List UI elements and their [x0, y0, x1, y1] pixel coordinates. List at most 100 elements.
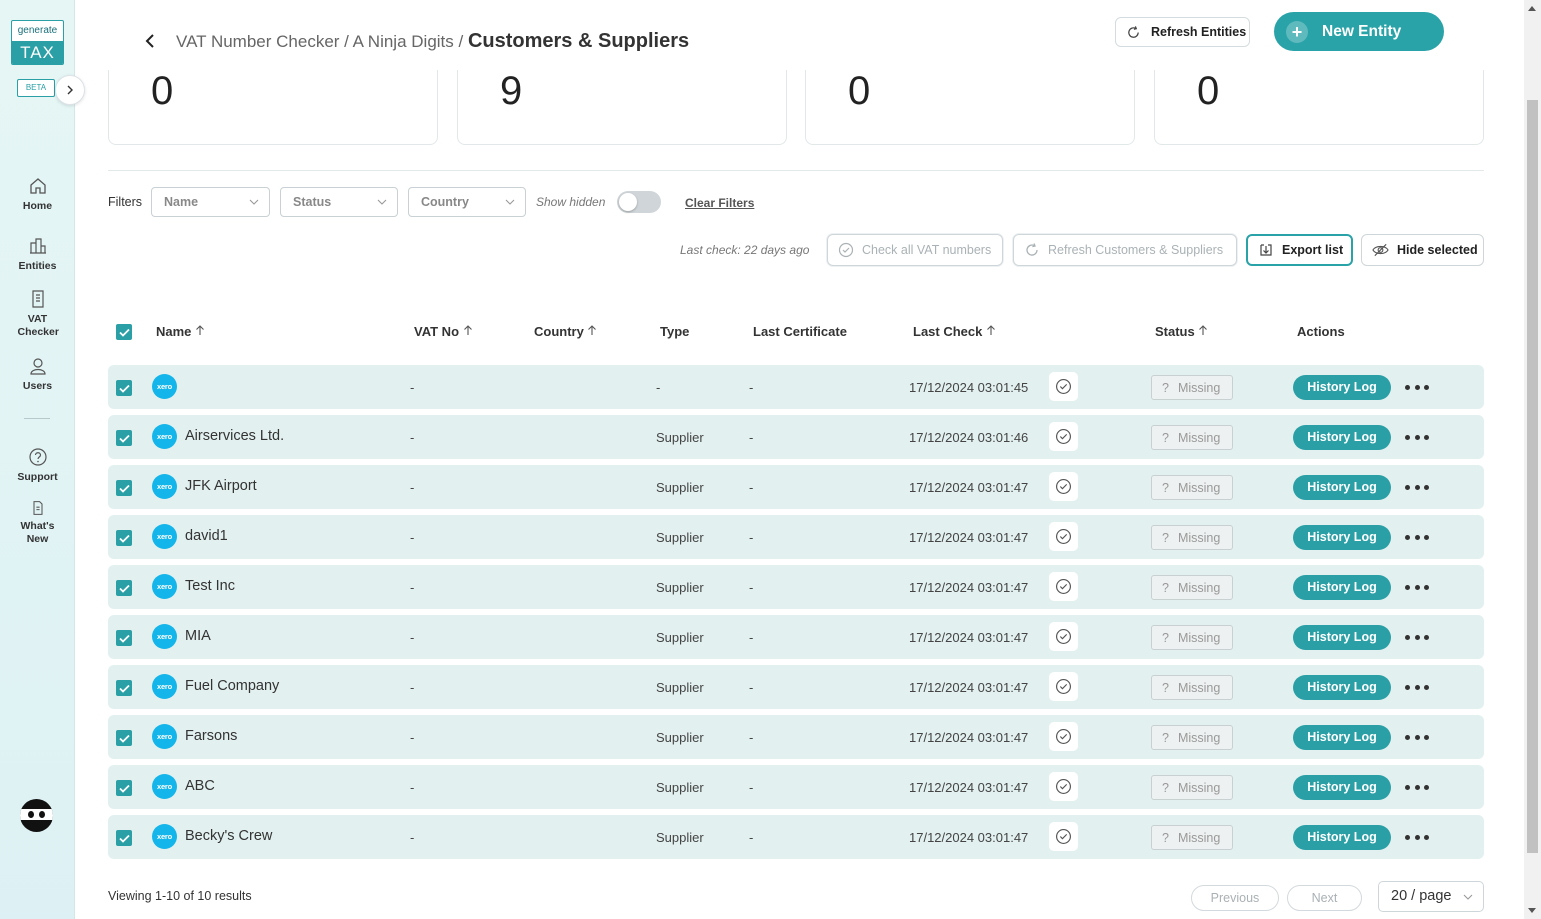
- check-vat-button[interactable]: [1049, 572, 1078, 601]
- status-badge: ? Missing: [1151, 525, 1233, 550]
- generate-tax-logo[interactable]: generate TAX: [11, 20, 64, 65]
- check-all-vat-button[interactable]: Check all VAT numbers: [827, 234, 1003, 266]
- row-checkbox[interactable]: [116, 680, 132, 696]
- more-actions-icon[interactable]: [1405, 725, 1429, 750]
- entity-type: Supplier: [656, 480, 704, 495]
- sidebar-item-home[interactable]: Home: [0, 176, 75, 213]
- check-vat-button[interactable]: [1049, 672, 1078, 701]
- check-vat-button[interactable]: [1049, 772, 1078, 801]
- row-checkbox[interactable]: [116, 580, 132, 596]
- table-row[interactable]: xero Farsons - Supplier - 17/12/2024 03:01:47…: [108, 715, 1484, 759]
- sidebar-item-entities[interactable]: Entities: [0, 236, 75, 273]
- name-filter-select[interactable]: Name: [151, 187, 270, 217]
- row-checkbox[interactable]: [116, 380, 132, 396]
- sidebar-item-support[interactable]: Support: [0, 447, 75, 484]
- page-scrollbar[interactable]: [1524, 0, 1541, 919]
- history-log-button[interactable]: History Log: [1293, 775, 1391, 800]
- more-actions-icon[interactable]: [1405, 425, 1429, 450]
- more-actions-icon[interactable]: [1405, 475, 1429, 500]
- history-log-button[interactable]: History Log: [1293, 475, 1391, 500]
- check-vat-button[interactable]: [1049, 522, 1078, 551]
- check-vat-button[interactable]: [1049, 422, 1078, 451]
- more-actions-icon[interactable]: [1405, 575, 1429, 600]
- select-all-checkbox[interactable]: [116, 324, 132, 340]
- history-log-button[interactable]: History Log: [1293, 425, 1391, 450]
- row-checkbox[interactable]: [116, 730, 132, 746]
- table-row[interactable]: xero JFK Airport - Supplier - 17/12/2024 03:0…: [108, 465, 1484, 509]
- entity-name: Farsons: [185, 728, 238, 744]
- table-row[interactable]: xero - - - 17/12/2024 03:01:45? Missing Histor…: [108, 365, 1484, 409]
- column-header-last-check[interactable]: Last Check: [913, 324, 996, 339]
- scrollbar-thumb[interactable]: [1527, 100, 1538, 853]
- table-row[interactable]: xero Airservices Ltd. - Supplier - 17/12/2024…: [108, 415, 1484, 459]
- check-icon: [118, 684, 130, 693]
- table-row[interactable]: xero david1 - Supplier - 17/12/2024 03:01:47?…: [108, 515, 1484, 559]
- show-hidden-toggle[interactable]: [617, 191, 661, 213]
- scroll-up-arrow-icon[interactable]: [1528, 6, 1536, 11]
- check-vat-button[interactable]: [1049, 722, 1078, 751]
- new-entity-button[interactable]: + New Entity: [1274, 12, 1444, 51]
- table-row[interactable]: xero MIA - Supplier - 17/12/2024 03:01:47? Mis…: [108, 615, 1484, 659]
- sidebar-item-users[interactable]: Users: [0, 356, 75, 393]
- row-checkbox[interactable]: [116, 530, 132, 546]
- sidebar-expand-button[interactable]: [55, 75, 85, 105]
- table-row[interactable]: xero Becky's Crew - Supplier - 17/12/2024 03:…: [108, 815, 1484, 859]
- check-vat-button[interactable]: [1049, 622, 1078, 651]
- refresh-customers-suppliers-button[interactable]: Refresh Customers & Suppliers: [1013, 234, 1237, 266]
- history-log-button[interactable]: History Log: [1293, 525, 1391, 550]
- country-filter-select[interactable]: Country: [408, 187, 526, 217]
- column-header-country[interactable]: Country: [534, 324, 597, 339]
- home-icon: [29, 178, 46, 194]
- back-button[interactable]: [144, 30, 160, 52]
- page-size-select[interactable]: 20 / page: [1378, 881, 1484, 912]
- check-vat-button[interactable]: [1049, 472, 1078, 501]
- more-actions-icon[interactable]: [1405, 525, 1429, 550]
- row-checkbox[interactable]: [116, 480, 132, 496]
- more-actions-icon[interactable]: [1405, 625, 1429, 650]
- next-page-button[interactable]: Next: [1287, 885, 1362, 911]
- xero-logo-icon: xero: [152, 824, 177, 849]
- column-header-status[interactable]: Status: [1155, 324, 1208, 339]
- check-vat-button[interactable]: [1049, 822, 1078, 851]
- status-filter-select[interactable]: Status: [280, 187, 398, 217]
- row-checkbox[interactable]: [116, 780, 132, 796]
- history-log-button[interactable]: History Log: [1293, 625, 1391, 650]
- chevron-down-icon: [377, 199, 387, 205]
- check-vat-button[interactable]: [1049, 372, 1078, 401]
- breadcrumb-parent[interactable]: VAT Number Checker / A Ninja Digits /: [176, 32, 468, 51]
- history-log-button[interactable]: History Log: [1293, 375, 1391, 400]
- table-row[interactable]: xero ABC - Supplier - 17/12/2024 03:01:47? Mis…: [108, 765, 1484, 809]
- last-certificate: -: [749, 430, 754, 445]
- entity-type: -: [656, 380, 661, 395]
- avatar[interactable]: [20, 799, 53, 832]
- hide-selected-button[interactable]: Hide selected: [1361, 234, 1484, 266]
- history-log-button[interactable]: History Log: [1293, 725, 1391, 750]
- clear-filters-link[interactable]: Clear Filters: [685, 196, 754, 210]
- status-badge-label: Missing: [1177, 730, 1221, 745]
- scroll-down-arrow-icon[interactable]: [1528, 908, 1536, 913]
- entity-name: JFK Airport: [185, 478, 257, 494]
- column-header-name[interactable]: Name: [156, 324, 205, 339]
- row-checkbox[interactable]: [116, 830, 132, 846]
- more-actions-icon[interactable]: [1405, 375, 1429, 400]
- more-actions-icon[interactable]: [1405, 675, 1429, 700]
- row-checkbox[interactable]: [116, 630, 132, 646]
- more-actions-icon[interactable]: [1405, 775, 1429, 800]
- refresh-entities-button[interactable]: Refresh Entities: [1115, 17, 1250, 47]
- check-circle-icon: [1056, 429, 1071, 444]
- history-log-button[interactable]: History Log: [1293, 675, 1391, 700]
- column-header-vat-no[interactable]: VAT No: [414, 324, 473, 339]
- history-log-button[interactable]: History Log: [1293, 575, 1391, 600]
- previous-page-button[interactable]: Previous: [1191, 885, 1279, 911]
- xero-logo-icon: xero: [152, 374, 177, 399]
- table-row[interactable]: xero Fuel Company - Supplier - 17/12/2024 03:…: [108, 665, 1484, 709]
- export-list-button[interactable]: Export list: [1246, 234, 1353, 266]
- last-check-date: 17/12/2024 03:01:47: [909, 730, 1029, 745]
- entity-type: Supplier: [656, 530, 704, 545]
- more-actions-icon[interactable]: [1405, 825, 1429, 850]
- row-checkbox[interactable]: [116, 430, 132, 446]
- history-log-button[interactable]: History Log: [1293, 825, 1391, 850]
- sidebar-item-vat-checker[interactable]: VAT Checker: [0, 289, 75, 339]
- table-row[interactable]: xero Test Inc - Supplier - 17/12/2024 03:01:4…: [108, 565, 1484, 609]
- sidebar-item-whats-new[interactable]: What's New: [0, 500, 75, 546]
